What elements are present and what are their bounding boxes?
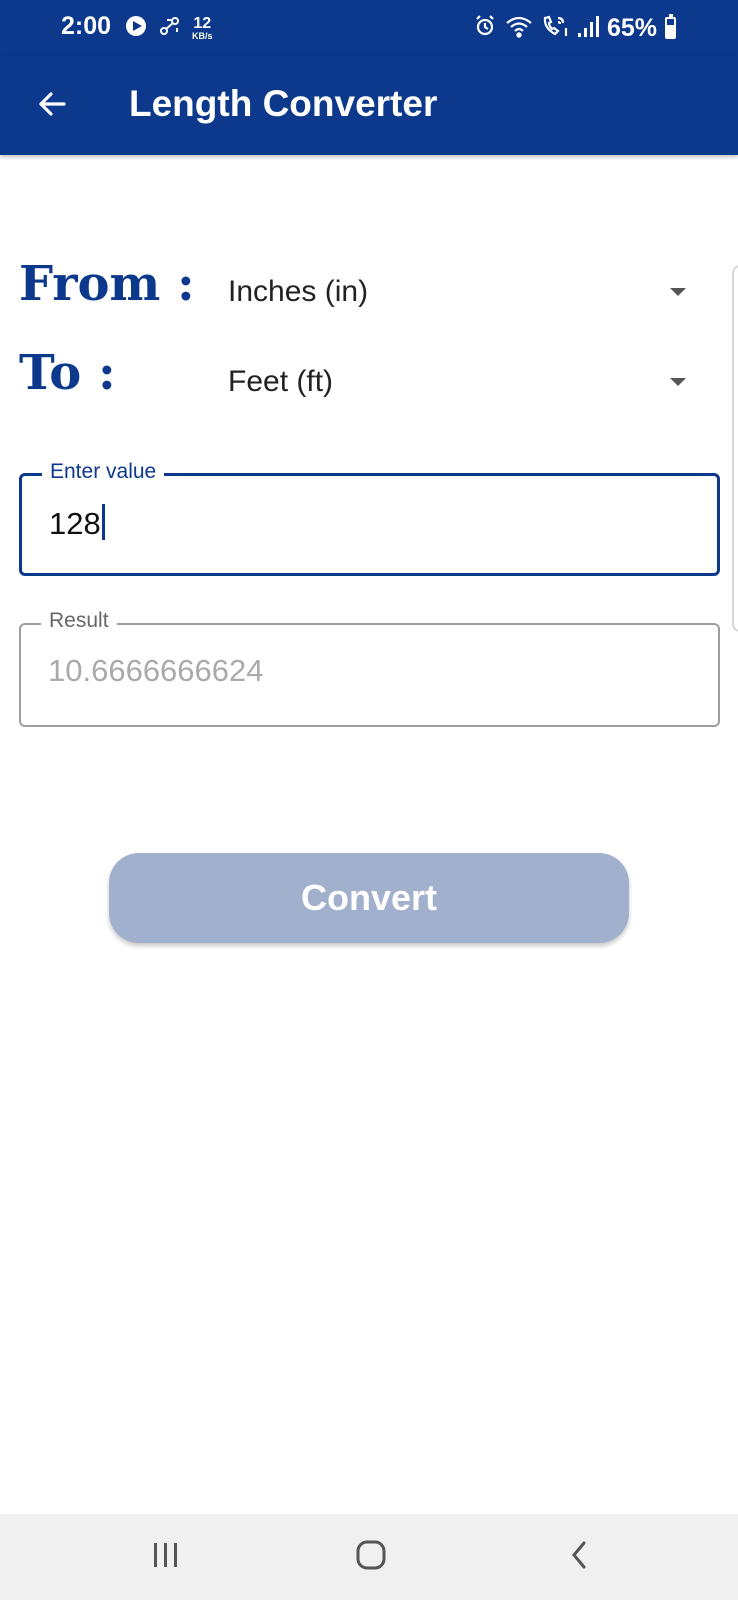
to-unit-dropdown[interactable]: Feet (ft) [228,352,698,412]
battery-fill [667,25,674,37]
alarm-icon [473,14,497,43]
battery-icon [665,14,676,39]
back-button[interactable] [30,84,74,128]
wifi-calling-icon [541,14,569,43]
convert-button[interactable]: Convert [109,853,629,943]
back-icon [567,1539,591,1576]
from-label: From : [19,256,195,312]
value-input[interactable]: 128 [49,504,105,542]
to-label: To : [19,345,116,401]
scroll-edge-indicator [732,265,738,632]
media-play-icon [124,14,148,43]
link-icon [158,14,182,43]
status-bar: 2:00 12 KB/s 65% [0,0,738,56]
result-value: 10.6666666624 [48,653,264,688]
chevron-down-icon [670,378,686,386]
net-speed-value: 12 [193,14,212,32]
recent-apps-button[interactable] [136,1532,196,1582]
status-left-icons: 12 KB/s [124,12,213,44]
network-speed: 12 KB/s [192,14,213,41]
status-time: 2:00 [61,12,112,40]
status-right-icons: 65% [473,12,676,44]
nav-back-button[interactable] [549,1532,609,1582]
chevron-down-icon [670,288,686,296]
result-label: Result [41,609,117,633]
value-input-text: 128 [49,506,101,541]
from-unit-value: Inches (in) [228,275,369,308]
value-input-label: Enter value [42,460,165,484]
home-button[interactable] [341,1532,401,1582]
system-nav-bar [0,1514,738,1600]
app-bar: Length Converter [0,56,738,155]
text-cursor [101,504,105,540]
to-unit-value: Feet (ft) [228,365,334,398]
battery-percent: 65% [606,13,657,42]
recent-apps-icon [150,1541,182,1574]
signal-icon [577,14,599,43]
result-field: Result 10.6666666624 [19,609,720,727]
net-speed-unit: KB/s [192,30,213,41]
value-input-field[interactable]: Enter value 128 [19,460,720,576]
home-icon [354,1538,388,1577]
arrow-left-icon [36,88,68,125]
wifi-icon [505,14,533,43]
from-unit-dropdown[interactable]: Inches (in) [228,262,698,322]
page-title: Length Converter [129,83,438,124]
